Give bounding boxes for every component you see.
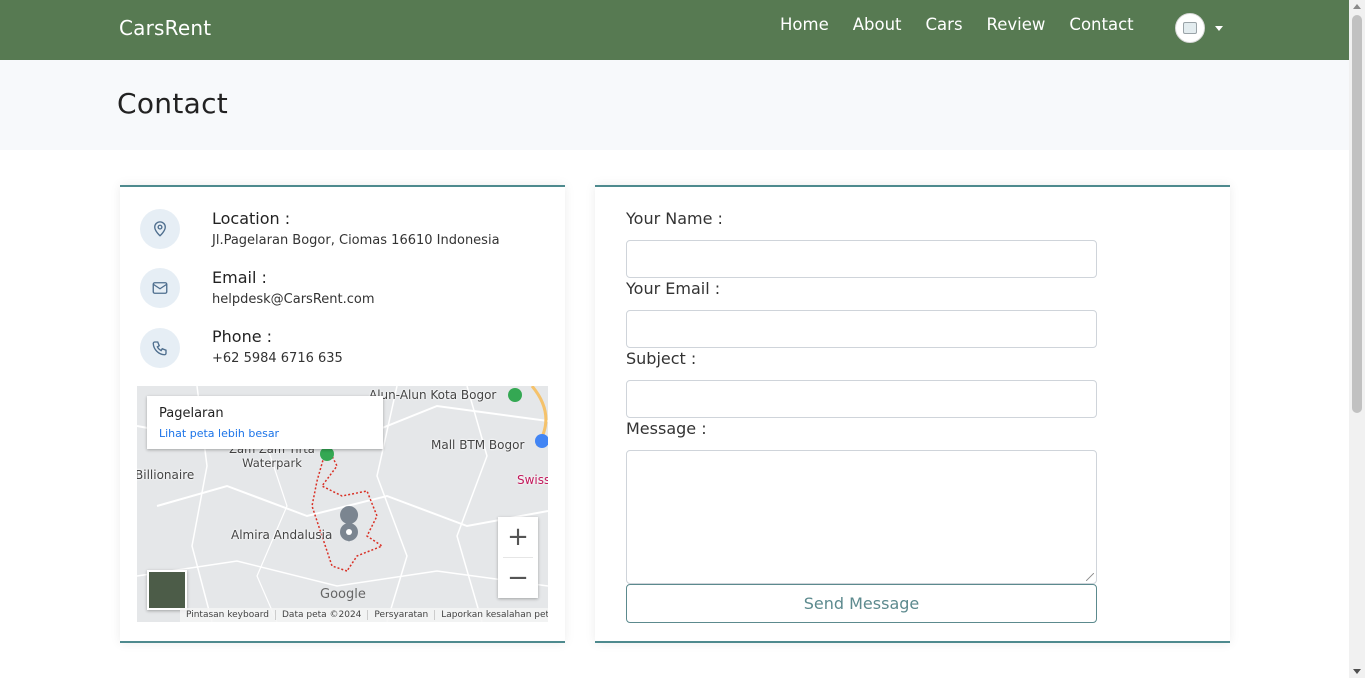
- page-title: Contact: [117, 87, 229, 120]
- scrollbar[interactable]: [1349, 0, 1365, 678]
- scroll-up-arrow-icon[interactable]: [1353, 4, 1361, 9]
- scroll-down-arrow-icon[interactable]: [1353, 669, 1361, 674]
- nav-link-home[interactable]: Home: [780, 15, 829, 34]
- message-label: Message :: [626, 419, 707, 438]
- embedded-map[interactable]: Alun-Alun Kota Bogor Mall BTM Bogor Zam …: [137, 386, 548, 622]
- email-field[interactable]: [626, 310, 1097, 348]
- phone-icon: [140, 328, 180, 368]
- subject-field[interactable]: [626, 380, 1097, 418]
- email-label: Email :: [212, 268, 267, 287]
- email-value: helpdesk@CarsRent.com: [212, 292, 375, 307]
- user-menu-toggle[interactable]: [1175, 13, 1223, 43]
- google-logo: Google: [320, 587, 366, 602]
- brand-logo[interactable]: CarsRent: [119, 16, 211, 40]
- contact-form-card: Your Name : Your Email : Subject : Messa…: [595, 185, 1230, 643]
- phone-label: Phone :: [212, 327, 273, 346]
- map-label: Alun-Alun Kota Bogor: [369, 388, 497, 402]
- subject-label: Subject :: [626, 349, 697, 368]
- location-value: Jl.Pagelaran Bogor, Ciomas 16610 Indones…: [212, 233, 500, 248]
- phone-value: +62 5984 6716 635: [212, 351, 343, 366]
- map-label: Mall BTM Bogor: [431, 438, 525, 452]
- map-footer-report[interactable]: Laporkan kesalahan peta: [435, 610, 548, 620]
- location-label: Location :: [212, 209, 291, 228]
- name-label: Your Name :: [626, 209, 723, 228]
- map-pin-icon: [140, 209, 180, 249]
- map-label: Almira Andalusia: [231, 528, 333, 542]
- message-field[interactable]: [626, 450, 1097, 584]
- name-field[interactable]: [626, 240, 1097, 278]
- email-label: Your Email :: [626, 279, 721, 298]
- map-footer-keyboard-shortcuts[interactable]: Pintasan keyboard: [180, 610, 276, 620]
- page-header: Contact: [0, 60, 1349, 150]
- map-footer-terms[interactable]: Persyaratan: [368, 610, 436, 620]
- zoom-out-button[interactable]: −: [498, 558, 538, 598]
- send-message-button[interactable]: Send Message: [626, 584, 1097, 623]
- nav-link-cars[interactable]: Cars: [926, 15, 963, 34]
- resize-handle-icon[interactable]: [1086, 573, 1094, 581]
- contact-info-card: Location : Jl.Pagelaran Bogor, Ciomas 16…: [120, 185, 565, 643]
- mail-icon: [140, 268, 180, 308]
- nav-link-review[interactable]: Review: [987, 15, 1046, 34]
- view-larger-map-link[interactable]: Lihat peta lebih besar: [159, 427, 279, 440]
- map-label: Billionaire: [137, 468, 195, 482]
- chevron-down-icon: [1215, 25, 1223, 31]
- map-label: Swiss: [517, 473, 548, 487]
- nav-link-contact[interactable]: Contact: [1069, 15, 1133, 34]
- map-popup-title: Pagelaran: [159, 406, 224, 421]
- map-zoom-control: + −: [498, 517, 538, 598]
- avatar[interactable]: [1175, 13, 1205, 43]
- nav-links: Home About Cars Review Contact: [780, 15, 1158, 34]
- navbar: CarsRent Home About Cars Review Contact: [0, 0, 1349, 60]
- map-footer-data: Data peta ©2024: [276, 610, 369, 620]
- scroll-thumb[interactable]: [1352, 15, 1362, 413]
- phone-row: Phone : +62 5984 6716 635: [140, 327, 343, 368]
- map-layer-toggle[interactable]: [147, 570, 187, 610]
- email-row: Email : helpdesk@CarsRent.com: [140, 268, 375, 308]
- map-info-popup: Pagelaran Lihat peta lebih besar: [147, 396, 383, 449]
- zoom-in-button[interactable]: +: [498, 517, 538, 557]
- nav-link-about[interactable]: About: [853, 15, 902, 34]
- location-row: Location : Jl.Pagelaran Bogor, Ciomas 16…: [140, 209, 500, 249]
- map-footer: Pintasan keyboard Data peta ©2024 Persya…: [180, 608, 548, 622]
